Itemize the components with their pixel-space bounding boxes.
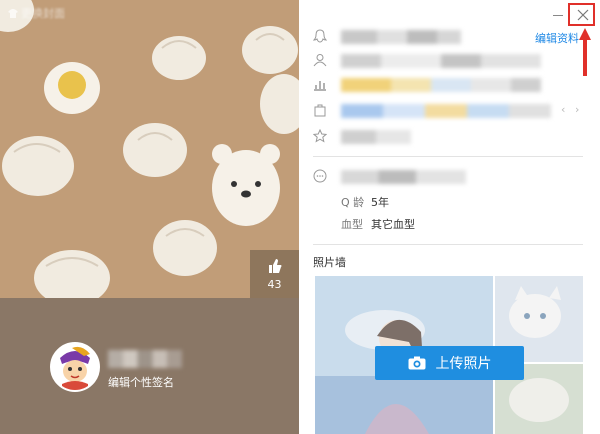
like-count: 43 bbox=[267, 278, 282, 291]
vip-row: ‹ › bbox=[313, 102, 583, 120]
name-row bbox=[313, 52, 543, 70]
bag-icon bbox=[314, 104, 326, 117]
chart-icon bbox=[314, 81, 326, 91]
shirt-icon bbox=[8, 8, 18, 18]
camera-icon bbox=[408, 356, 425, 370]
blurred-favorites bbox=[341, 130, 411, 144]
avatar-cartoon-icon bbox=[52, 344, 98, 390]
close-icon bbox=[577, 9, 589, 21]
qq-number-row bbox=[313, 28, 543, 46]
blurred-name bbox=[341, 54, 541, 68]
blood-type-value: 其它血型 bbox=[371, 218, 415, 231]
qq-penguin-icon bbox=[313, 29, 327, 43]
level-row bbox=[313, 76, 543, 94]
arrow-up-icon bbox=[579, 28, 591, 76]
upload-photo-button[interactable]: 上传照片 bbox=[375, 346, 524, 380]
like-button[interactable]: 43 bbox=[250, 250, 299, 298]
prev-arrow-icon[interactable]: ‹ bbox=[561, 103, 565, 116]
profile-cover-panel: 更换封面 43 编辑个性签名 bbox=[0, 0, 299, 434]
section-divider bbox=[313, 244, 583, 245]
dumpling-decoration bbox=[2, 136, 74, 196]
upload-photo-label: 上传照片 bbox=[435, 356, 492, 372]
thumb-up-icon bbox=[269, 259, 282, 273]
qq-age-value: 5年 bbox=[371, 196, 389, 209]
qq-age-label: Q 龄 bbox=[341, 196, 365, 209]
change-cover-label[interactable]: 更换封面 bbox=[8, 5, 65, 21]
blurred-vip-badges bbox=[341, 104, 551, 118]
blurred-qq-number bbox=[341, 30, 461, 44]
blood-type-label: 血型 bbox=[341, 218, 363, 231]
blurred-detail bbox=[341, 170, 466, 184]
detail-row bbox=[313, 168, 543, 186]
photo-wall-title: 照片墙 bbox=[313, 256, 346, 269]
bear-decoration bbox=[212, 144, 280, 226]
favorites-row bbox=[313, 128, 543, 146]
minimize-button[interactable] bbox=[551, 4, 565, 18]
next-arrow-icon[interactable]: › bbox=[575, 103, 579, 116]
dumpling-decoration bbox=[34, 250, 110, 298]
edit-signature-link[interactable]: 编辑个性签名 bbox=[108, 374, 174, 390]
dumpling-decoration bbox=[260, 74, 299, 134]
user-icon bbox=[313, 54, 327, 67]
dumpling-decoration bbox=[242, 26, 298, 74]
chat-icon bbox=[313, 169, 327, 183]
dumpling-decoration bbox=[123, 123, 187, 177]
close-button[interactable] bbox=[568, 3, 595, 26]
egg-decoration bbox=[44, 62, 100, 114]
dumpling-decoration bbox=[153, 220, 217, 276]
avatar[interactable] bbox=[50, 342, 100, 392]
nickname-blurred bbox=[108, 350, 182, 368]
star-icon bbox=[313, 129, 327, 143]
section-divider bbox=[313, 156, 583, 157]
change-cover-text: 更换封面 bbox=[21, 7, 65, 20]
blurred-level bbox=[341, 78, 541, 92]
dumpling-decoration bbox=[152, 36, 206, 80]
